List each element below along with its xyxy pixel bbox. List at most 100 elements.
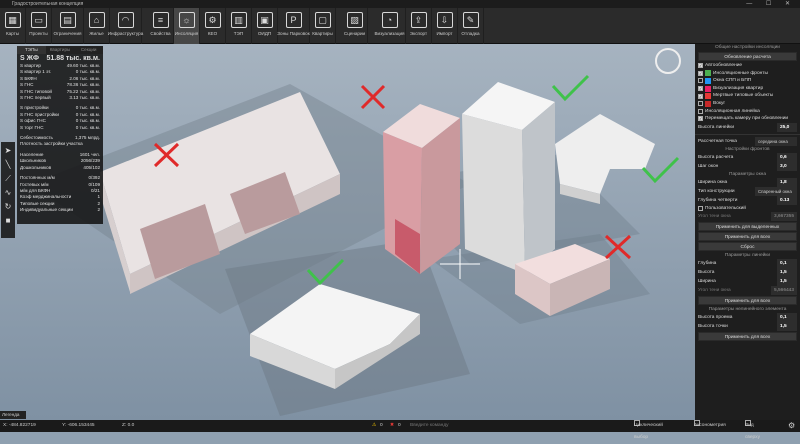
infrastructure-icon: ◠ — [117, 12, 134, 28]
checkbox-box[interactable] — [698, 101, 703, 107]
compass-icon[interactable] — [655, 48, 681, 74]
checkbox-box[interactable] — [698, 78, 703, 84]
import-icon: ⇩ — [436, 12, 453, 28]
building-tower-red[interactable] — [383, 104, 460, 274]
path-icon[interactable]: ∿ — [3, 188, 13, 198]
toolbar-restriction[interactable]: ▤ Ограничения — [52, 8, 84, 44]
depth-input[interactable]: 0,1 — [777, 259, 797, 269]
legend-button[interactable]: Легенда — [0, 411, 26, 419]
checkbox-box[interactable] — [698, 108, 703, 114]
construction-select[interactable]: Спаренный окна — [755, 186, 797, 196]
option-checkbox[interactable]: Окна СПП и БПП — [695, 77, 800, 85]
height-input[interactable]: 1,5 — [777, 268, 797, 278]
calc-point-select[interactable]: середина окна — [755, 136, 797, 146]
cursor-icon[interactable]: ➤ — [3, 146, 13, 156]
settings-icon[interactable]: ⚙ — [788, 420, 795, 432]
toolbar-export[interactable]: ⇪ Экспорт — [406, 8, 432, 44]
checkbox-box[interactable]: ✓ — [698, 116, 703, 122]
line-icon[interactable]: ╲ — [3, 160, 13, 170]
toolbar-label: Зоны Парковок — [277, 31, 310, 36]
toolbar-sliders[interactable]: ≡ Свойства — [148, 8, 174, 44]
toolbar-sun[interactable]: ☼ Инсоляция — [174, 8, 200, 44]
win-angle-label: Угол тени окна — [698, 288, 731, 294]
toolbar-folder[interactable]: ▭ Проекты — [26, 8, 52, 44]
toolbar-house[interactable]: ⌂ Жилье — [84, 8, 110, 44]
toolbar-building[interactable]: ▣ ОИДП — [252, 8, 278, 44]
tab-1[interactable]: Квартиры — [45, 46, 75, 54]
tep-value: 405/102 — [83, 164, 100, 170]
reset-button[interactable]: Сброс — [698, 242, 797, 252]
apartment-icon: ▢ — [314, 12, 331, 28]
height-label: Высота — [698, 270, 715, 276]
option-checkbox[interactable]: ✓ Мертвые типовые объекты — [695, 92, 800, 100]
restriction-icon: ▤ — [59, 12, 76, 28]
option-checkbox[interactable]: ✓ Перемещать камеру при обновлении — [695, 115, 800, 123]
viewport-3d[interactable] — [0, 44, 695, 420]
option-checkbox[interactable]: Инсоляционная линейка — [695, 108, 800, 116]
toolbar-visualization[interactable]: ◔ Визуализация — [374, 8, 406, 44]
custom-checkbox[interactable]: Пользовательский — [695, 205, 800, 213]
toolbar-parking[interactable]: P Зоны Парковок — [277, 8, 310, 44]
toolbar-table[interactable]: ▥ ТЭП — [226, 8, 252, 44]
building-tower-white[interactable] — [462, 82, 555, 274]
toolbar-map[interactable]: ▦ Карты — [0, 8, 26, 44]
calc-height-input[interactable]: 0,6 — [777, 152, 797, 162]
tab-0[interactable]: ТЭПы — [17, 46, 46, 54]
option-checkbox[interactable]: ✓ Визуализация квартир — [695, 85, 800, 93]
checkbox-box[interactable]: ✓ — [698, 63, 703, 69]
toolbar-scenario[interactable]: ▨ Сценарии — [342, 8, 368, 44]
gear-icon: ⚙ — [204, 12, 221, 28]
cyclic-label: Циклический выбор — [634, 423, 663, 440]
polyline-icon[interactable]: ⟋ — [3, 174, 13, 184]
warning-icon[interactable]: ⚠ — [372, 420, 376, 432]
window-step-label: Шаг окон — [698, 163, 719, 169]
option-checkbox[interactable]: Вокуг — [695, 100, 800, 108]
insolation-settings-panel: Общие настройки инсоляции Обновление рас… — [695, 44, 800, 420]
sliders-icon: ≡ — [152, 12, 169, 28]
checkbox-box[interactable]: ✓ — [698, 93, 703, 99]
tep-row: Индивидуальные секции 2 — [17, 207, 103, 213]
square-icon[interactable]: ■ — [3, 216, 13, 226]
apply-all-button[interactable]: Применить для всех — [698, 232, 797, 242]
toolbar-wrench[interactable]: ✎ Отладка — [458, 8, 484, 44]
map-icon: ▦ — [4, 12, 21, 28]
parking-icon: P — [285, 12, 302, 28]
section-header: Параметры линейки — [724, 253, 771, 259]
toolbar-label: Проекты — [29, 31, 48, 36]
toolbar-apartment[interactable]: ▢ Квартиры — [310, 8, 336, 44]
window-controls[interactable]: — ☐ ✕ — [746, 0, 796, 8]
ruler-height-input[interactable]: 25,0 — [777, 122, 797, 132]
option-label: Мертвые типовые объекты — [713, 93, 774, 99]
update-calc-button[interactable]: Обновление расчета — [698, 52, 797, 61]
tep-label: Дошкольников — [20, 164, 52, 170]
window-width-input[interactable]: 1,8 — [777, 177, 797, 187]
checkbox-box[interactable]: ✓ — [698, 70, 703, 76]
angle-value: 3,667355 — [770, 212, 797, 222]
tep-label: S ГНС первый — [20, 95, 51, 101]
apply-all-button-3[interactable]: Применить для всех — [698, 332, 797, 342]
quarter-depth-input[interactable]: 0.13 — [777, 195, 797, 205]
toolbar-import[interactable]: ⇩ Импорт — [432, 8, 458, 44]
point-height-input[interactable]: 1,5 — [777, 322, 797, 332]
width-input[interactable]: 1,5 — [777, 277, 797, 287]
section-header: Параметры окна — [729, 171, 766, 177]
command-input[interactable]: Введите команду — [410, 420, 449, 432]
opening-height-input[interactable]: 0,1 — [777, 313, 797, 323]
apply-selected-button[interactable]: Применить для выделенных — [698, 222, 797, 232]
toolbar-infrastructure[interactable]: ◠ Инфраструктура — [108, 8, 143, 44]
toolbar-gear[interactable]: ⚙ КЕО — [200, 8, 226, 44]
option-checkbox[interactable]: ✓ Автообновление — [695, 62, 800, 70]
color-swatch — [705, 85, 711, 92]
option-label: Визуализация квартир — [713, 85, 764, 91]
angle-label: Угол тени окна — [698, 214, 731, 220]
checkbox-box[interactable]: ✓ — [698, 86, 703, 92]
window-step-input[interactable]: 3,0 — [777, 161, 797, 171]
checkbox-box[interactable] — [698, 206, 703, 212]
rotate-icon[interactable]: ↻ — [3, 202, 13, 212]
error-icon[interactable]: ✖ — [390, 420, 394, 432]
tab-2[interactable]: Секции — [74, 46, 104, 54]
folder-icon: ▭ — [30, 12, 47, 28]
option-label: Автообновление — [705, 63, 743, 68]
option-checkbox[interactable]: ✓ Инсоляционные фронты — [695, 70, 800, 78]
apply-all-button-2[interactable]: Применить для всех — [698, 296, 797, 306]
